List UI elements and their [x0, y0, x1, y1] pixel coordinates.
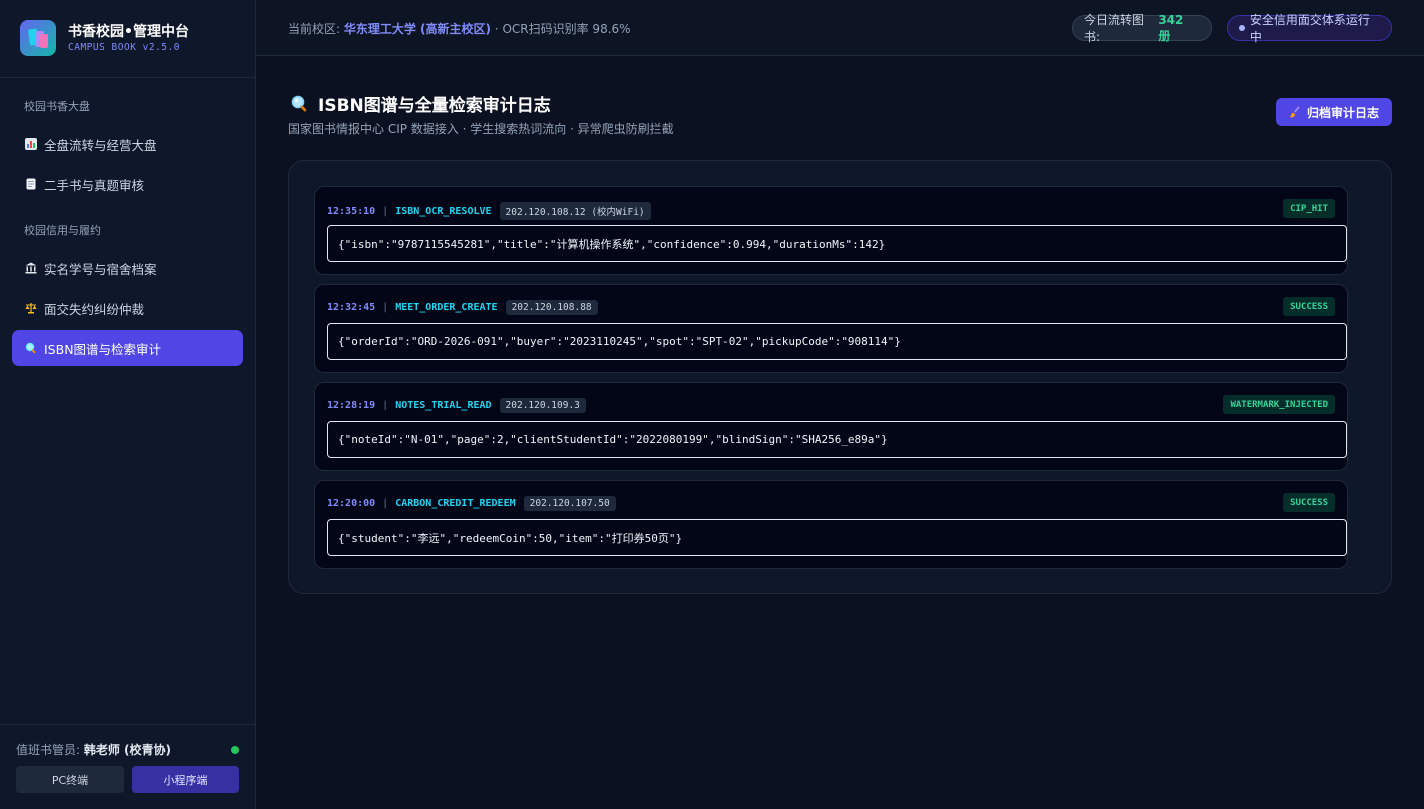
nav-section-overview: 校园书香大盘 [24, 100, 90, 113]
log-event: NOTES_TRIAL_READ [395, 400, 492, 411]
sidebar-item-label: 实名学号与宿舍档案 [44, 261, 157, 277]
status-dot-icon [1239, 25, 1245, 31]
log-event: CARBON_CREDIT_REDEEM [395, 498, 516, 509]
log-status-badge: SUCCESS [1283, 493, 1335, 512]
log-time: 12:32:45 [327, 302, 376, 313]
log-entry: 12:20:00 | CARBON_CREDIT_REDEEM 202.120.… [314, 480, 1348, 569]
mini-program-button[interactable]: 小程序端 [132, 766, 239, 793]
security-status-badge: 安全信用面交体系运行中 [1227, 13, 1392, 44]
duty-prefix: 值班书管员: [16, 743, 84, 757]
log-separator: | [382, 205, 389, 217]
broom-icon [1289, 106, 1301, 118]
audit-log-panel: 12:35:10 | ISBN_OCR_RESOLVE 202.120.108.… [288, 160, 1392, 594]
archive-audit-log-button[interactable]: 归档审计日志 [1276, 98, 1392, 126]
archive-button-label: 归档审计日志 [1306, 105, 1379, 120]
pc-terminal-button[interactable]: PC终端 [16, 766, 124, 793]
campus-prefix: 当前校区: [288, 22, 344, 36]
campus-info: 当前校区: 华东理工大学 (高新主校区) · OCR扫码识别率 98.6% [288, 20, 631, 37]
log-ip: 202.120.107.50 [523, 496, 616, 511]
bar-chart-icon [25, 138, 37, 150]
log-payload[interactable]: {"isbn":"9787115545281","title":"计算机操作系统… [327, 225, 1347, 262]
daily-books-badge: 今日流转图书: 342 册 [1072, 12, 1212, 44]
sidebar-item-student-archive[interactable]: 实名学号与宿舍档案 [12, 250, 243, 286]
sidebar-item-dispute-arbitration[interactable]: 面交失约纠纷仲裁 [12, 290, 243, 326]
duty-name: 韩老师 (校青协) [83, 743, 172, 757]
log-status-badge: CIP_HIT [1283, 199, 1335, 218]
log-payload[interactable]: {"noteId":"N-01","page":2,"clientStudent… [327, 421, 1347, 458]
security-status-text: 安全信用面交体系运行中 [1249, 13, 1370, 44]
sidebar-item-book-review[interactable]: 二手书与真题审核 [12, 166, 243, 202]
log-status-badge: SUCCESS [1283, 297, 1335, 316]
ocr-rate: · OCR扫码识别率 98.6% [491, 22, 631, 36]
sidebar-item-label: 面交失约纠纷仲裁 [44, 301, 145, 317]
log-time: 12:28:19 [327, 400, 376, 411]
document-icon [25, 178, 37, 190]
duty-librarian: 值班书管员: 韩老师 (校青协) [16, 741, 171, 758]
brand-version: CAMPUS BOOK v2.5.0 [68, 42, 180, 53]
sidebar-item-circulation-dashboard[interactable]: 全盘流转与经营大盘 [12, 126, 243, 162]
books-count: 342 册 [1158, 12, 1184, 43]
log-header: 12:20:00 | CARBON_CREDIT_REDEEM 202.120.… [327, 496, 616, 511]
log-status-badge: WATERMARK_INJECTED [1223, 395, 1335, 414]
log-separator: | [382, 302, 389, 313]
top-bar: 当前校区: 华东理工大学 (高新主校区) · OCR扫码识别率 98.6% 今日… [256, 0, 1424, 56]
magnifier-icon [290, 94, 310, 114]
books-label: 今日流转图书: [1084, 13, 1145, 44]
page-title-text: ISBN图谱与全量检索审计日志 [318, 96, 551, 116]
page-title: ISBN图谱与全量检索审计日志 [290, 91, 551, 116]
log-ip: 202.120.108.12 (校内WiFi) [499, 202, 651, 220]
page-subtitle: 国家图书情报中心 CIP 数据接入 · 学生搜索热词流向 · 异常爬虫防刷拦截 [288, 122, 674, 136]
log-time: 12:20:00 [327, 498, 376, 509]
log-separator: | [382, 400, 389, 411]
scales-icon [25, 302, 37, 314]
log-entry: 12:32:45 | MEET_ORDER_CREATE 202.120.108… [314, 284, 1348, 373]
sidebar-item-label: ISBN图谱与检索审计 [44, 341, 162, 357]
sidebar-footer: 值班书管员: 韩老师 (校青协) PC终端 小程序端 [0, 724, 256, 809]
search-icon [25, 342, 37, 354]
nav-section-credit: 校园信用与履约 [24, 224, 101, 237]
log-ip: 202.120.109.3 [499, 398, 586, 413]
log-header: 12:28:19 | NOTES_TRIAL_READ 202.120.109.… [327, 398, 586, 413]
book-stack-logo-icon [20, 20, 56, 56]
bank-icon [25, 262, 37, 274]
log-entry: 12:35:10 | ISBN_OCR_RESOLVE 202.120.108.… [314, 186, 1348, 275]
online-status-dot [231, 746, 239, 754]
brand-title: 书香校园•管理中台 [68, 24, 189, 40]
log-payload[interactable]: {"student":"李远","redeemCoin":50,"item":"… [327, 519, 1347, 556]
log-header: 12:35:10 | ISBN_OCR_RESOLVE 202.120.108.… [327, 202, 651, 220]
sidebar-item-isbn-audit[interactable]: ISBN图谱与检索审计 [12, 330, 243, 366]
sidebar: 书香校园•管理中台 CAMPUS BOOK v2.5.0 校园书香大盘 全盘流转… [0, 0, 256, 809]
sidebar-item-label: 全盘流转与经营大盘 [44, 137, 157, 153]
log-separator: | [382, 498, 389, 509]
log-time: 12:35:10 [327, 205, 376, 217]
log-ip: 202.120.108.88 [505, 300, 598, 315]
log-header: 12:32:45 | MEET_ORDER_CREATE 202.120.108… [327, 300, 598, 315]
campus-name[interactable]: 华东理工大学 (高新主校区) [344, 22, 491, 36]
log-event: ISBN_OCR_RESOLVE [395, 205, 492, 217]
brand-header: 书香校园•管理中台 CAMPUS BOOK v2.5.0 [0, 0, 255, 78]
log-entry: 12:28:19 | NOTES_TRIAL_READ 202.120.109.… [314, 382, 1348, 471]
log-payload[interactable]: {"orderId":"ORD-2026-091","buyer":"20231… [327, 323, 1347, 360]
sidebar-item-label: 二手书与真题审核 [44, 177, 145, 193]
log-event: MEET_ORDER_CREATE [395, 302, 498, 313]
